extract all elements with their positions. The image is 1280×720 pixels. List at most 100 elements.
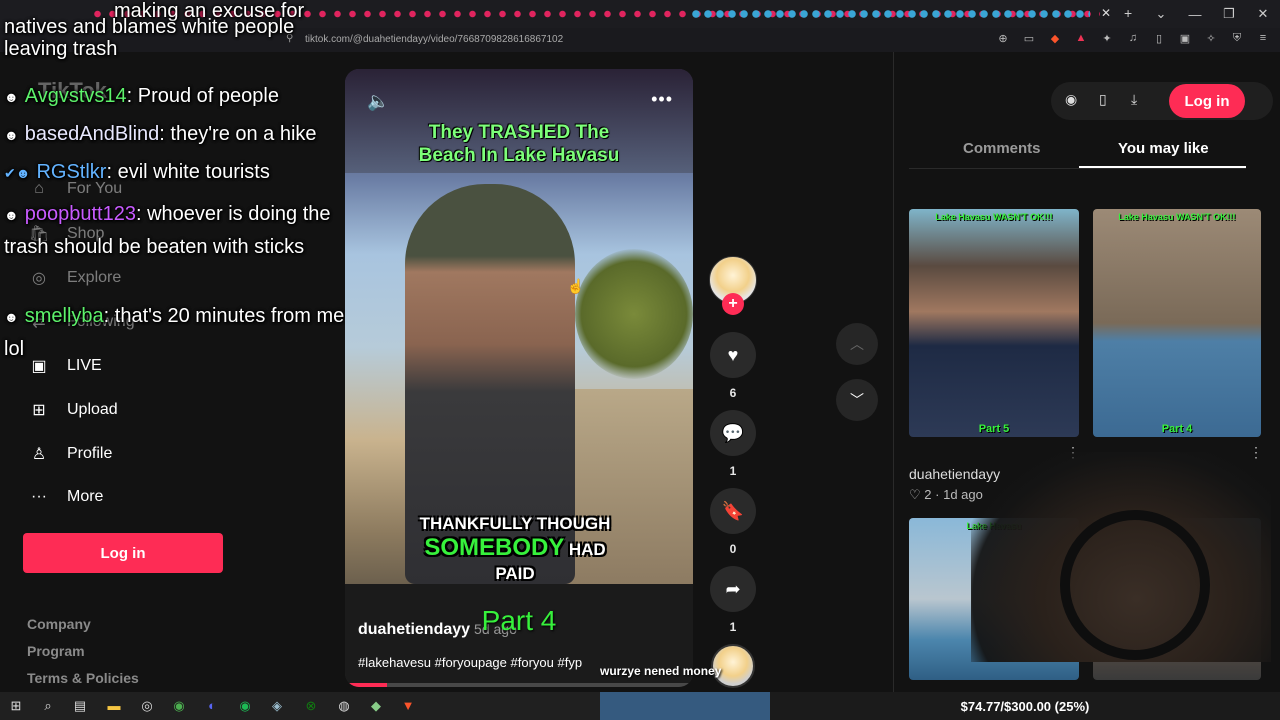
share-count: 1 <box>729 620 737 634</box>
nav-profile[interactable]: ♙ Profile <box>26 444 113 464</box>
profile-icon: ♙ <box>31 446 47 463</box>
like-button[interactable]: ♥ <box>710 332 756 378</box>
login-button-top[interactable]: Log in <box>1169 84 1245 118</box>
discord-icon[interactable]: ◐ <box>204 698 220 714</box>
chat-line: ✔☻ RGStlkr: evil white tourists <box>4 161 349 184</box>
cast-icon[interactable]: ▭ <box>1022 32 1036 45</box>
app-icon[interactable]: ◎ <box>139 698 155 714</box>
app-icon[interactable]: ◆ <box>368 698 384 714</box>
window-controls: ⌄ — ❐ ✕ <box>1144 0 1280 28</box>
more-icon: ··· <box>31 488 47 505</box>
leo-icon[interactable]: ✧ <box>1204 32 1218 45</box>
phone-app-icon[interactable]: ▯ <box>1099 91 1107 108</box>
share-icon: ➦ <box>725 578 741 599</box>
chat-username: poopbutt123 <box>24 203 136 225</box>
comment-count: 1 <box>729 464 737 478</box>
subtitle-line: THANKFULLY THOUGH <box>419 514 611 533</box>
file-explorer-icon[interactable]: ▬ <box>106 698 122 714</box>
new-tab-icon[interactable]: + <box>1124 5 1132 21</box>
close-window-icon[interactable]: ✕ <box>1246 6 1280 22</box>
recommended-video[interactable]: Lake Havasu WASN'T OK!!! Part 5 <box>909 209 1079 437</box>
brave-icon[interactable]: ▼ <box>400 698 416 714</box>
maximize-icon[interactable]: ❐ <box>1212 6 1246 22</box>
search-icon[interactable]: ⌕ <box>40 698 56 714</box>
video-hashtags[interactable]: #lakehavesu #foryoupage #foryou #fyp <box>358 655 582 670</box>
panel-divider <box>893 52 894 692</box>
save-count: 0 <box>729 542 737 556</box>
mouse-cursor-icon: ☝ <box>567 278 585 294</box>
thumb-part: Part 4 <box>1161 423 1193 435</box>
previous-video-button[interactable]: ︿ <box>836 323 878 365</box>
brave-shield-icon[interactable]: ◆ <box>1048 32 1062 45</box>
heart-icon: ♥ <box>727 344 739 365</box>
wallet-icon[interactable]: ▣ <box>1178 32 1192 45</box>
footer-link-program[interactable]: Program <box>27 643 85 659</box>
more-options-icon[interactable]: ••• <box>651 89 673 110</box>
next-video-button[interactable]: ﹀ <box>836 379 878 421</box>
tiktok-coin-icon[interactable]: ◉ <box>1065 91 1077 108</box>
login-button[interactable]: Log in <box>23 533 223 573</box>
chat-badge-icon: ☻ <box>4 89 19 105</box>
tab-close-icon[interactable]: ✕ <box>1098 6 1114 22</box>
volume-icon[interactable]: 🔈 <box>367 91 389 112</box>
steam-icon[interactable]: ◈ <box>269 698 285 714</box>
nav-explore[interactable]: ◎ Explore <box>26 268 121 288</box>
follow-plus-icon[interactable]: + <box>722 293 744 315</box>
nav-label: More <box>67 488 104 505</box>
chevron-down-icon: ﹀ <box>850 392 864 408</box>
chat-badge-icon: ☻ <box>4 207 19 223</box>
tab-comments[interactable]: Comments <box>963 140 1041 157</box>
like-count: 6 <box>729 386 737 400</box>
sidebar-icon[interactable]: ▯ <box>1152 32 1166 45</box>
thumb-caption: Lake Havasu WASN'T OK!!! <box>935 212 1053 222</box>
upload-icon: ⊞ <box>32 402 46 419</box>
footer-link-terms[interactable]: Terms & Policies <box>27 670 139 686</box>
share-button[interactable]: ➦ <box>710 566 756 612</box>
tab-you-may-like[interactable]: You may like <box>1118 140 1209 157</box>
heart-outline-icon: ♡ <box>909 487 921 502</box>
chat-line: ☻ smellyba: that's 20 minutes from me lol <box>4 300 349 365</box>
download-icon[interactable]: ⤓ <box>1131 91 1137 108</box>
chat-line: ☻ poopbutt123: whoever is doing the trash… <box>4 198 349 263</box>
extensions-icon[interactable]: ✦ <box>1100 32 1114 45</box>
media-icon[interactable]: ♫ <box>1126 32 1140 45</box>
pinned-tabs-row[interactable] <box>690 7 1090 21</box>
rewards-icon[interactable]: ▲ <box>1074 32 1088 45</box>
comment-button[interactable]: 💬 <box>710 410 756 456</box>
explore-icon: ◎ <box>32 270 46 287</box>
menu-icon[interactable]: ≡ <box>1256 32 1270 45</box>
xbox-icon[interactable]: ⊗ <box>303 698 319 714</box>
chevron-up-icon: ︿ <box>850 336 864 352</box>
recommended-video[interactable]: Lake Havasu WASN'T OK!!! Part 4 <box>1093 209 1261 437</box>
nav-more[interactable]: ··· More <box>26 488 103 506</box>
chat-text: natives and blames white people leaving … <box>4 16 295 60</box>
windows-start-icon[interactable]: ⊞ <box>8 698 24 714</box>
video-progress-fill <box>345 683 387 687</box>
video-progress-bar[interactable] <box>345 683 693 687</box>
music-title: wurzye nened money <box>600 664 722 678</box>
app-icon[interactable]: ◍ <box>336 698 352 714</box>
chrome-icon[interactable]: ◉ <box>171 698 187 714</box>
video-caption-line: Beach In Lake Havasu <box>418 145 620 166</box>
nav-upload[interactable]: ⊞ Upload <box>26 400 117 420</box>
chat-line: ☻ Avgvstvs14: Proud of people <box>4 85 349 108</box>
tab-divider <box>909 168 1246 169</box>
minimize-icon[interactable]: — <box>1178 7 1212 22</box>
browser-toolbar-icons: ⊕ ▭ ◆ ▲ ✦ ♫ ▯ ▣ ✧ ⛨ ≡ <box>996 32 1270 45</box>
donation-goal: $74.77/$300.00 (25%) <box>770 692 1280 720</box>
subtitle-highlight: SOMEBODY <box>424 534 565 561</box>
save-button[interactable]: 🔖 <box>710 488 756 534</box>
spotify-icon[interactable]: ◉ <box>237 698 253 714</box>
video-player[interactable]: 🔈 ••• They TRASHED The Beach In Lake Hav… <box>345 69 693 687</box>
vpn-icon[interactable]: ⛨ <box>1230 32 1244 45</box>
video-subtitle: THANKFULLY THOUGH SOMEBODY HAD PAID <box>345 514 685 584</box>
zoom-icon[interactable]: ⊕ <box>996 32 1010 45</box>
subtitle-word: HAD <box>568 540 606 559</box>
subtitle-line: PAID <box>495 564 535 583</box>
tab-list-icon[interactable]: ⌄ <box>1144 6 1178 22</box>
footer-link-company[interactable]: Company <box>27 616 91 632</box>
chat-badge-icon: ☻ <box>4 127 19 143</box>
task-view-icon[interactable]: ▤ <box>72 698 88 714</box>
chat-username: basedAndBlind <box>24 123 160 145</box>
chat-text: : Proud of people <box>126 85 279 107</box>
